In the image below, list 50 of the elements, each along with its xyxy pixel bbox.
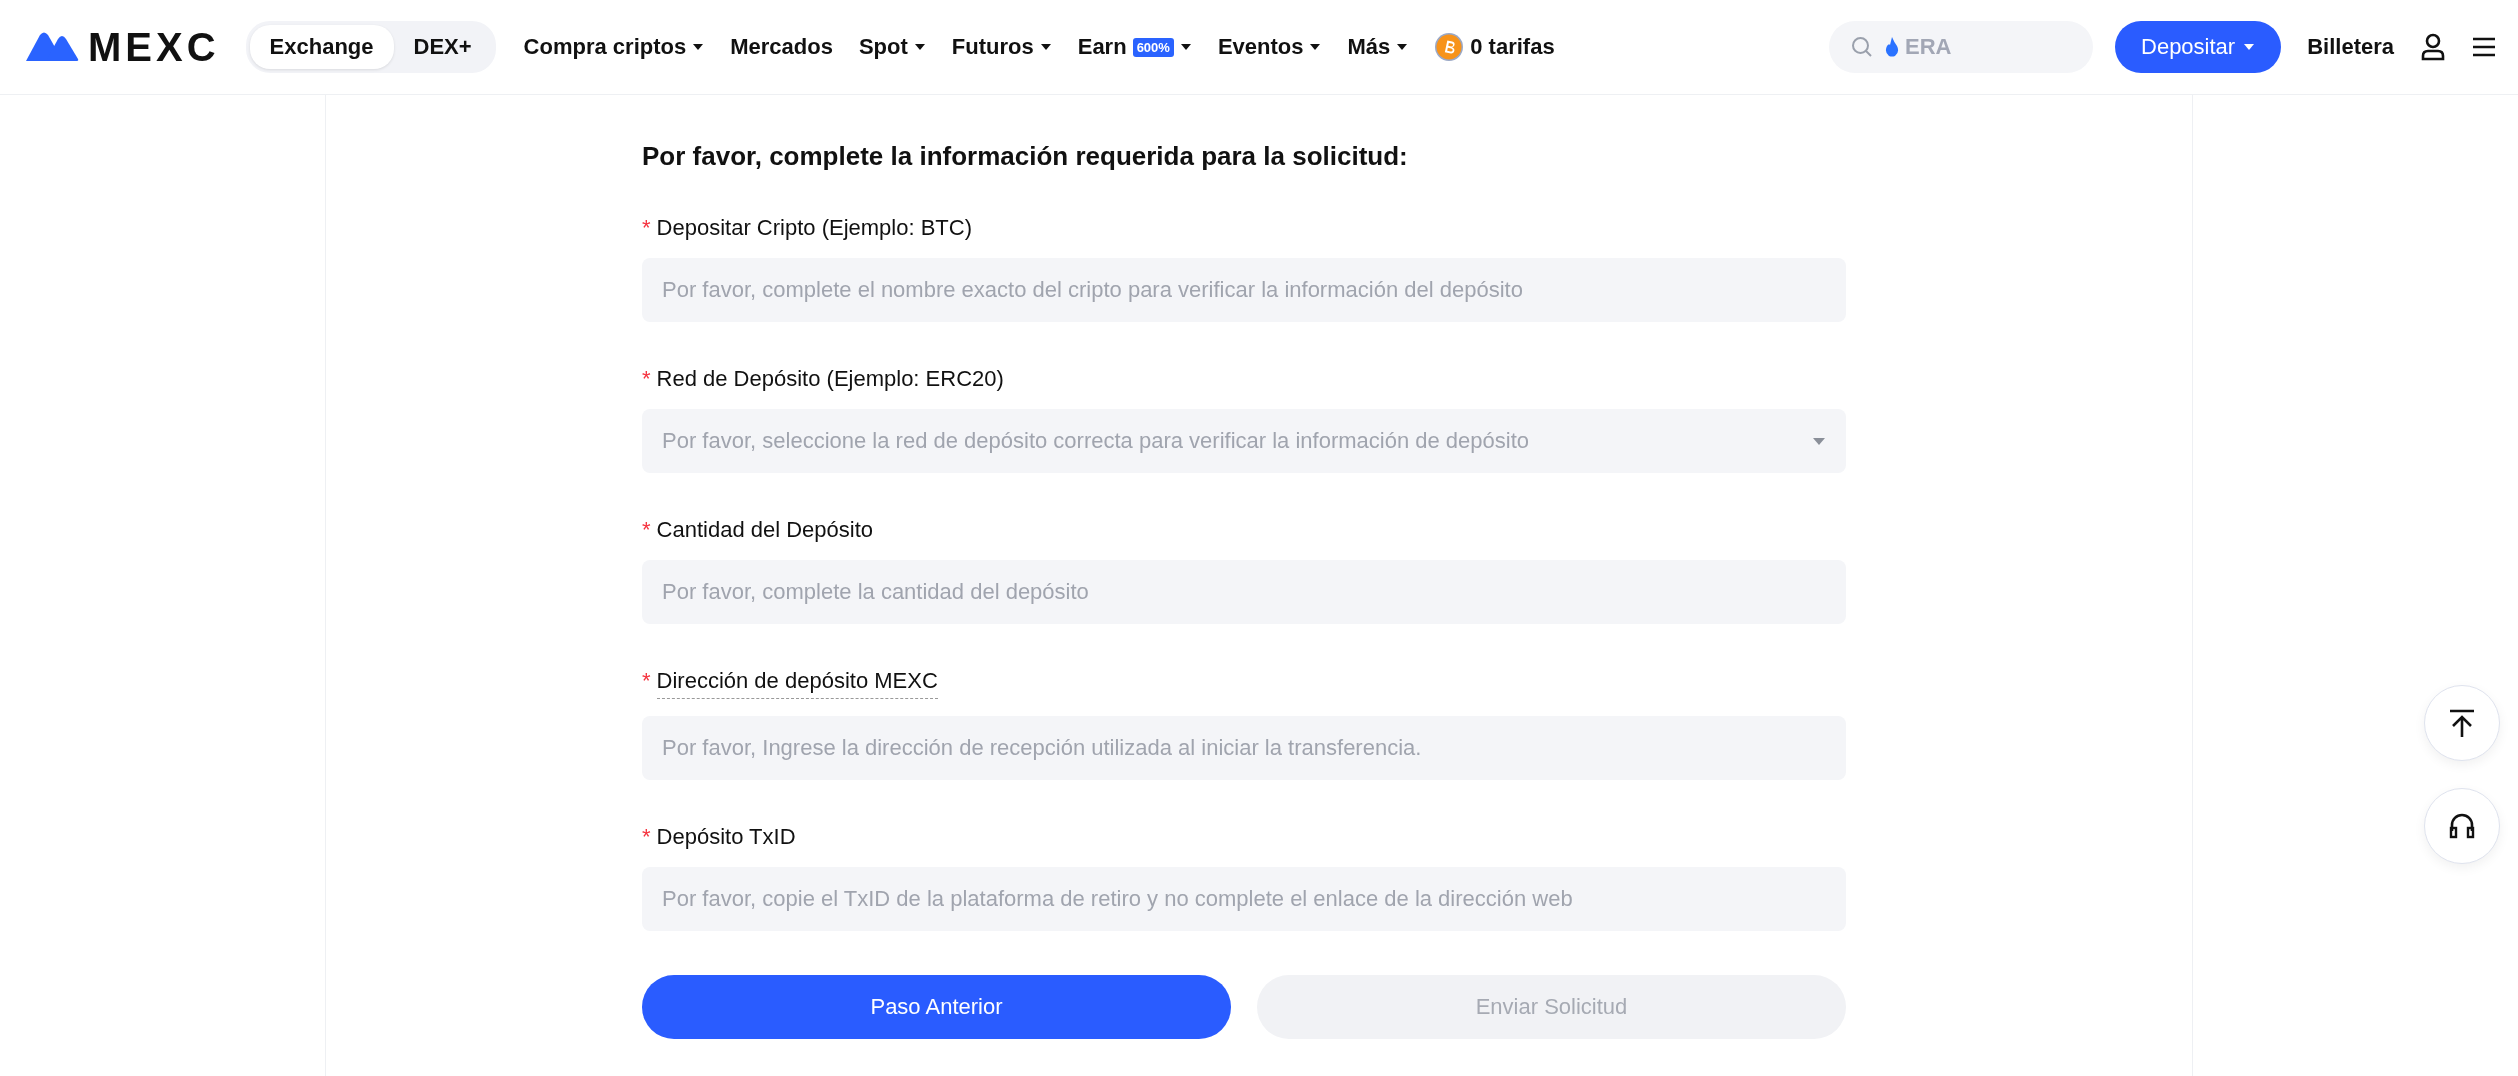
input-field[interactable]: Por favor, complete el nombre exacto del cripto para verificar la información del depósito (642, 258, 1846, 322)
field-label: Depósito TxID (656, 824, 796, 850)
select-field[interactable]: Por favor, seleccione la red de depósito correcta para verificar la información de depósito (642, 409, 1846, 473)
field-label: Red de Depósito (Ejemplo: ERC20) (656, 366, 1004, 392)
nav-item[interactable]: Más (1347, 34, 1409, 60)
user-icon[interactable] (2420, 33, 2446, 61)
logo-icon (24, 31, 80, 63)
field-label: Cantidad del Depósito (656, 517, 874, 543)
segment-tab[interactable]: Exchange (249, 25, 394, 69)
segment-tab[interactable]: DEX+ (393, 25, 492, 69)
select-input[interactable]: Por favor, seleccione la red de depósito correcta para verificar la información de depósito (662, 428, 1812, 454)
headset-icon (2447, 811, 2477, 841)
caret-icon (1812, 436, 1826, 446)
flame-icon (1885, 37, 1899, 57)
nav-item[interactable]: Compra criptos (523, 34, 705, 60)
menu-icon[interactable] (2472, 37, 2496, 57)
nav-item[interactable]: Earn 600% (1077, 34, 1192, 60)
nav-item[interactable]: Futuros (951, 34, 1052, 60)
input-field[interactable]: Por favor, Ingrese la dirección de recepción utilizada al iniciar la transferencia. (642, 716, 1846, 780)
wallet-link[interactable]: Billetera (2307, 34, 2394, 60)
caret-icon (913, 43, 926, 51)
input-field[interactable]: Por favor, copie el TxID de la plataforma de retiro y no complete el enlace de la dirección web (642, 867, 1846, 931)
caret-icon (1396, 43, 1409, 51)
required-asterisk: * (642, 517, 651, 543)
search-input[interactable]: ERA (1903, 33, 2057, 61)
caret-icon (1309, 43, 1322, 51)
deposit-button[interactable]: Depositar (2115, 21, 2282, 73)
field-label: Depositar Cripto (Ejemplo: BTC) (656, 215, 972, 241)
bitcoin-coin-icon (1434, 32, 1465, 62)
caret-icon (2243, 43, 2256, 51)
required-asterisk: * (642, 366, 651, 392)
form-title: Por favor, complete la información requerida para la solicitud: (642, 141, 1409, 172)
arrow-up-to-top-icon (2448, 708, 2476, 738)
required-asterisk: * (642, 668, 651, 695)
field-label[interactable]: Dirección de depósito MEXC (656, 668, 938, 699)
caret-icon (692, 43, 705, 51)
input-field[interactable]: Por favor, complete la cantidad del depósito (642, 560, 1846, 624)
required-asterisk: * (642, 824, 651, 850)
search-icon (1851, 36, 1873, 58)
caret-icon (1179, 43, 1192, 51)
nav-item[interactable]: Spot (858, 34, 926, 60)
caret-icon (1039, 43, 1052, 51)
logo-text[interactable]: MEXC (88, 24, 220, 70)
percent-badge: 600% (1132, 37, 1174, 57)
fees-link[interactable]: 0 tarifas (1470, 34, 1555, 60)
nav-item[interactable]: Mercados (730, 34, 833, 60)
required-asterisk: * (642, 215, 651, 241)
nav-item[interactable]: Eventos (1217, 34, 1322, 60)
search-field[interactable]: ERA (1829, 21, 2093, 73)
form-button[interactable]: Paso Anterior (642, 975, 1231, 1039)
